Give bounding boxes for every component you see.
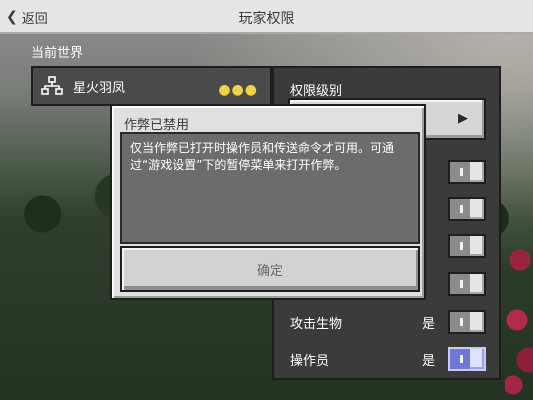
- confirm-button[interactable]: 确定: [120, 246, 420, 292]
- attack-mobs-toggle[interactable]: [448, 310, 486, 334]
- permission-row-attack-mobs: 攻击生物 是: [290, 310, 490, 334]
- operator-value: 是: [422, 354, 436, 369]
- permission-row-operator: 操作员 是: [290, 347, 490, 371]
- dialog-title: 作弊已禁用: [124, 118, 190, 133]
- background-red-leaves-lower: [505, 300, 533, 400]
- permission-toggle[interactable]: [448, 160, 486, 184]
- permission-toggle[interactable]: [448, 197, 486, 221]
- attack-mobs-label: 攻击生物: [290, 317, 343, 332]
- background-red-leaves: [505, 240, 533, 280]
- top-bar: ❮ 返回 玩家权限: [0, 0, 533, 34]
- current-world-label: 当前世界: [31, 46, 84, 61]
- operator-toggle[interactable]: [448, 347, 486, 371]
- permission-toggle[interactable]: [448, 272, 486, 296]
- arrow-right-icon: ▶: [458, 111, 468, 126]
- cheats-disabled-dialog: 作弊已禁用 仅当作弊已打开时操作员和传送命令才可用。可通过“游戏设置”下的暂停菜…: [110, 104, 426, 300]
- network-icon: [41, 76, 63, 95]
- player-name: 星火羽凤: [73, 80, 126, 96]
- operator-label: 操作员: [290, 354, 330, 369]
- dialog-message: 仅当作弊已打开时操作员和传送命令才可用。可通过“游戏设置”下的暂停菜单来打开作弊…: [120, 132, 420, 244]
- permission-toggle[interactable]: [448, 234, 486, 258]
- page-title: 玩家权限: [238, 11, 295, 27]
- player-list-item[interactable]: 星火羽凤 ●●●: [31, 66, 272, 106]
- attack-mobs-value: 是: [422, 317, 436, 332]
- more-options-icon[interactable]: ●●●: [218, 82, 258, 98]
- permission-level-label: 权限级别: [290, 84, 343, 99]
